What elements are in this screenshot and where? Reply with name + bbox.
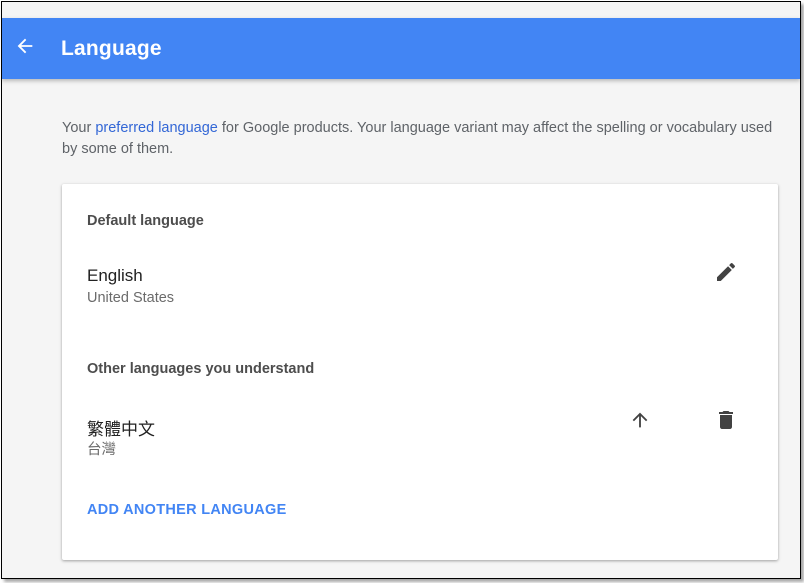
delete-icon xyxy=(714,408,738,437)
page-title: Language xyxy=(61,37,162,60)
intro-prefix: Your xyxy=(62,120,96,136)
add-another-language-button[interactable]: ADD ANOTHER LANGUAGE xyxy=(87,502,287,518)
edit-language-button[interactable] xyxy=(709,257,743,291)
arrow-back-icon xyxy=(14,35,36,62)
default-language-region: United States xyxy=(87,290,175,306)
app-bar: Language xyxy=(2,18,800,79)
other-languages-heading: Other languages you understand xyxy=(87,361,315,377)
intro-text: Your preferred language for Google produ… xyxy=(62,118,774,160)
delete-language-button[interactable] xyxy=(709,405,743,439)
default-language-name: English xyxy=(87,266,143,285)
language-card: Default language English United States O… xyxy=(62,184,778,560)
move-up-button[interactable] xyxy=(623,405,657,439)
back-button[interactable] xyxy=(10,33,40,63)
default-language-heading: Default language xyxy=(87,213,204,229)
edit-icon xyxy=(714,260,738,289)
preferred-language-link[interactable]: preferred language xyxy=(95,120,218,136)
settings-window: Language Your preferred language for Goo… xyxy=(1,1,801,579)
arrow-up-icon xyxy=(629,409,651,436)
other-language-name: 繁體中文 xyxy=(87,420,155,439)
other-language-region: 台灣 xyxy=(87,442,116,458)
